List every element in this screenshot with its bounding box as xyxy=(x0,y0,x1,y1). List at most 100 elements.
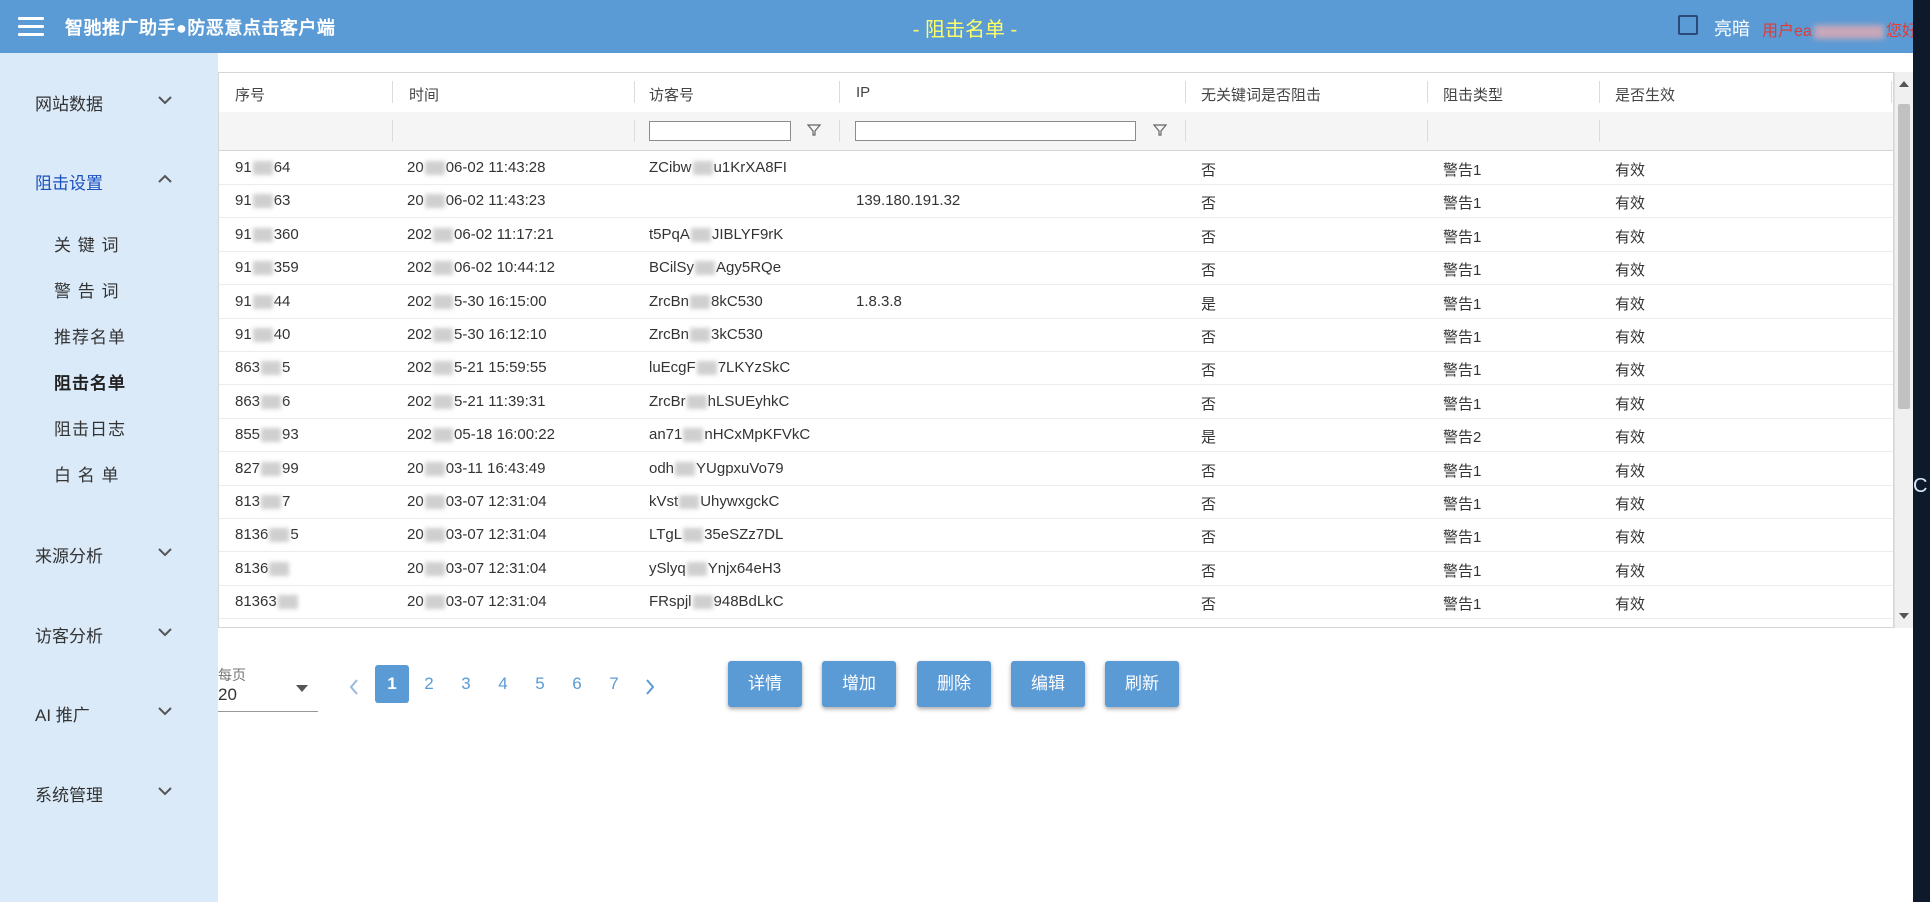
column-header-ip[interactable]: IP xyxy=(856,84,870,101)
sidebar-group-visitor-analysis[interactable]: 访客分析 xyxy=(0,613,218,653)
filter-icon[interactable] xyxy=(1152,123,1168,137)
cell-no-keyword-block-text: 否 xyxy=(1201,162,1217,179)
visitor-filter-input[interactable] xyxy=(649,121,791,141)
cell-time: 20 03-11 16:43:49 xyxy=(407,460,546,477)
column-header-time[interactable]: 时间 xyxy=(409,84,439,105)
table-scrollbar[interactable] xyxy=(1894,72,1913,628)
column-header-id[interactable]: 序号 xyxy=(235,84,265,105)
scroll-down-icon[interactable] xyxy=(1899,613,1909,619)
table-row[interactable]: 863 6 202 5-21 11:39:31 ZrcBr hLSUEyhkC 否 警告1 有效 xyxy=(219,385,1893,419)
cell-no-keyword-block-text: 否 xyxy=(1201,362,1217,380)
cell-time: 20 03-07 12:31:04 xyxy=(407,593,547,610)
table-row[interactable]: 81363 20 03-07 12:31:04 FRspjl 948BdLkC 否 警告1 有… xyxy=(219,585,1893,620)
sidebar: 网站数据 阻击设置 关 键 词 警 告 词 推荐名单 阻击名单 阻击日志 白 名… xyxy=(0,53,218,902)
table-row[interactable]: 91 359 202 06-02 10:44:12 BCilSy Agy5RQe 否 警告1 有… xyxy=(219,251,1893,286)
cell-visitor-end: JIBLYF9rK xyxy=(711,225,784,243)
cell-effective: 有效 xyxy=(1615,493,1645,514)
cell-block-type-text: 警告1 xyxy=(1443,462,1482,480)
scrollbar-thumb[interactable] xyxy=(1898,104,1910,409)
cell-id-start: 91 xyxy=(235,225,252,243)
table-row[interactable]: 91 40 202 5-30 16:12:10 ZrcBn 3kC530 否 警告1 有效 xyxy=(219,318,1893,352)
table-row[interactable]: 827 99 20 03-11 16:43:49 odh YUgpxuVo79 否 警告1 有效 xyxy=(219,452,1893,486)
refresh-button[interactable]: 刷新 xyxy=(1105,661,1179,707)
cell-no-keyword-block: 否 xyxy=(1201,259,1216,280)
delete-button[interactable]: 删除 xyxy=(917,661,991,707)
add-button[interactable]: 增加 xyxy=(822,661,896,707)
cell-effective: 有效 xyxy=(1615,593,1645,614)
per-page-select[interactable]: 每页 20 xyxy=(218,659,318,712)
cell-time: 20 03-07 12:31:04 xyxy=(407,560,547,577)
filter-icon[interactable] xyxy=(806,123,822,137)
cell-visitor: an71 nHCxMpKFVkC xyxy=(649,426,810,443)
page-2[interactable]: 2 xyxy=(412,665,446,703)
page-3[interactable]: 3 xyxy=(449,665,483,703)
menu-icon[interactable] xyxy=(18,17,44,37)
table-row[interactable]: 8136 5 20 03-07 12:31:04 LTgL 35eSZz7DL 否 警告1 有效 xyxy=(219,518,1893,553)
column-header-block-type[interactable]: 阻击类型 xyxy=(1443,84,1503,105)
sidebar-item-recommend-list[interactable]: 推荐名单 xyxy=(54,323,126,348)
cell-visitor-end: UhywxgckC xyxy=(700,493,780,510)
sidebar-item-warning-words[interactable]: 警 告 词 xyxy=(54,277,119,302)
cell-visitor-start: ZCibw xyxy=(649,159,692,176)
cell-visitor-end: 948BdLkC xyxy=(713,593,784,611)
page-7[interactable]: 7 xyxy=(597,665,631,703)
table-row[interactable]: 91 360 202 06-02 11:17:21 t5PqA JIBLYF9rK 否 警告1… xyxy=(219,218,1893,252)
sidebar-group-system-management[interactable]: 系统管理 xyxy=(0,772,218,812)
cell-effective: 有效 xyxy=(1615,226,1645,247)
edit-button[interactable]: 编辑 xyxy=(1011,661,1085,707)
cell-visitor: ySlyq Ynjx64eH3 xyxy=(649,560,781,577)
sidebar-group-ai-promotion[interactable]: AI 推广 xyxy=(0,692,218,732)
cell-id: 863 6 xyxy=(235,393,290,410)
cell-no-keyword-block: 否 xyxy=(1201,159,1216,180)
cell-visitor-start: kVst xyxy=(649,493,679,510)
scroll-up-icon[interactable] xyxy=(1899,81,1909,87)
cell-time-start: 202 xyxy=(407,326,433,343)
dark-mode-checkbox[interactable] xyxy=(1678,15,1698,35)
redacted-blur xyxy=(433,394,454,409)
cell-visitor-end: 3kC530 xyxy=(711,326,763,343)
cell-time: 202 5-21 11:39:31 xyxy=(407,393,546,410)
details-button[interactable]: 详情 xyxy=(728,661,802,707)
cell-effective-text: 有效 xyxy=(1615,596,1646,614)
sidebar-item-whitelist[interactable]: 白 名 单 xyxy=(54,461,119,486)
table-row[interactable]: 91 44 202 5-30 16:15:00 ZrcBn 8kC530 1.8.3.8 是 警… xyxy=(219,285,1893,319)
sidebar-group-label: 系统管理 xyxy=(35,786,103,805)
page-4[interactable]: 4 xyxy=(486,665,520,703)
table-row[interactable]: 813 7 20 03-07 12:31:04 kVst UhywxgckC 否 警告1 有效 xyxy=(219,485,1893,519)
cell-no-keyword-block: 否 xyxy=(1201,493,1216,514)
table-row[interactable]: 91 64 20 06-02 11:43:28 ZCibw u1KrXA8FI 否 警告1 有效 xyxy=(219,151,1893,185)
cell-visitor: odh YUgpxuVo79 xyxy=(649,460,784,477)
sidebar-group-source-analysis[interactable]: 来源分析 xyxy=(0,533,218,573)
cell-effective-text: 有效 xyxy=(1615,262,1646,280)
cell-time-end: 03-07 12:31:04 xyxy=(445,559,547,577)
column-header-effective[interactable]: 是否生效 xyxy=(1615,84,1675,105)
cell-time-end: 03-07 12:31:04 xyxy=(445,493,547,510)
redacted-blur xyxy=(433,227,454,242)
cell-block-type-text: 警告1 xyxy=(1443,496,1482,513)
ip-filter-input[interactable] xyxy=(855,121,1136,141)
column-header-no-keyword-block[interactable]: 无关键词是否阻击 xyxy=(1201,84,1321,105)
top-bar: 智驰推广助手●防恶意点击客户端 - 阻击名单 - 亮暗 用户ea 您好 xyxy=(0,0,1930,53)
page-1[interactable]: 1 xyxy=(375,665,409,703)
redacted-blur xyxy=(675,461,696,476)
redacted-blur xyxy=(679,495,700,510)
sidebar-group-website-data[interactable]: 网站数据 xyxy=(0,81,218,121)
page-5[interactable]: 5 xyxy=(523,665,557,703)
table-row[interactable]: 855 93 202 05-18 16:00:22 an71 nHCxMpKFVkC 是 警告… xyxy=(219,418,1893,453)
sidebar-item-block-log[interactable]: 阻击日志 xyxy=(54,415,126,440)
chevron-right-icon[interactable] xyxy=(642,675,658,699)
sidebar-item-block-list[interactable]: 阻击名单 xyxy=(54,369,126,394)
table-row[interactable]: 8136 20 03-07 12:31:04 ySlyq Ynjx64eH3 否 警告1 有效 xyxy=(219,552,1893,586)
table-row[interactable]: 863 5 202 5-21 15:59:55 luEcgF 7LKYzSkC 否 警告1 有效 xyxy=(219,351,1893,386)
column-separator xyxy=(1599,120,1600,142)
page-6[interactable]: 6 xyxy=(560,665,594,703)
sidebar-group-label: AI 推广 xyxy=(35,706,90,725)
table-row[interactable]: 91 63 20 06-02 11:43:23 139.180.191.32 否 警告1 有效 xyxy=(219,184,1893,219)
sidebar-group-block-settings[interactable]: 阻击设置 xyxy=(0,160,218,200)
sidebar-item-keywords[interactable]: 关 键 词 xyxy=(54,231,119,256)
redacted-blur xyxy=(424,495,445,510)
redacted-blur xyxy=(433,328,454,343)
chevron-left-icon[interactable] xyxy=(346,675,362,699)
column-separator xyxy=(1599,81,1600,103)
column-header-visitor[interactable]: 访客号 xyxy=(649,84,694,105)
